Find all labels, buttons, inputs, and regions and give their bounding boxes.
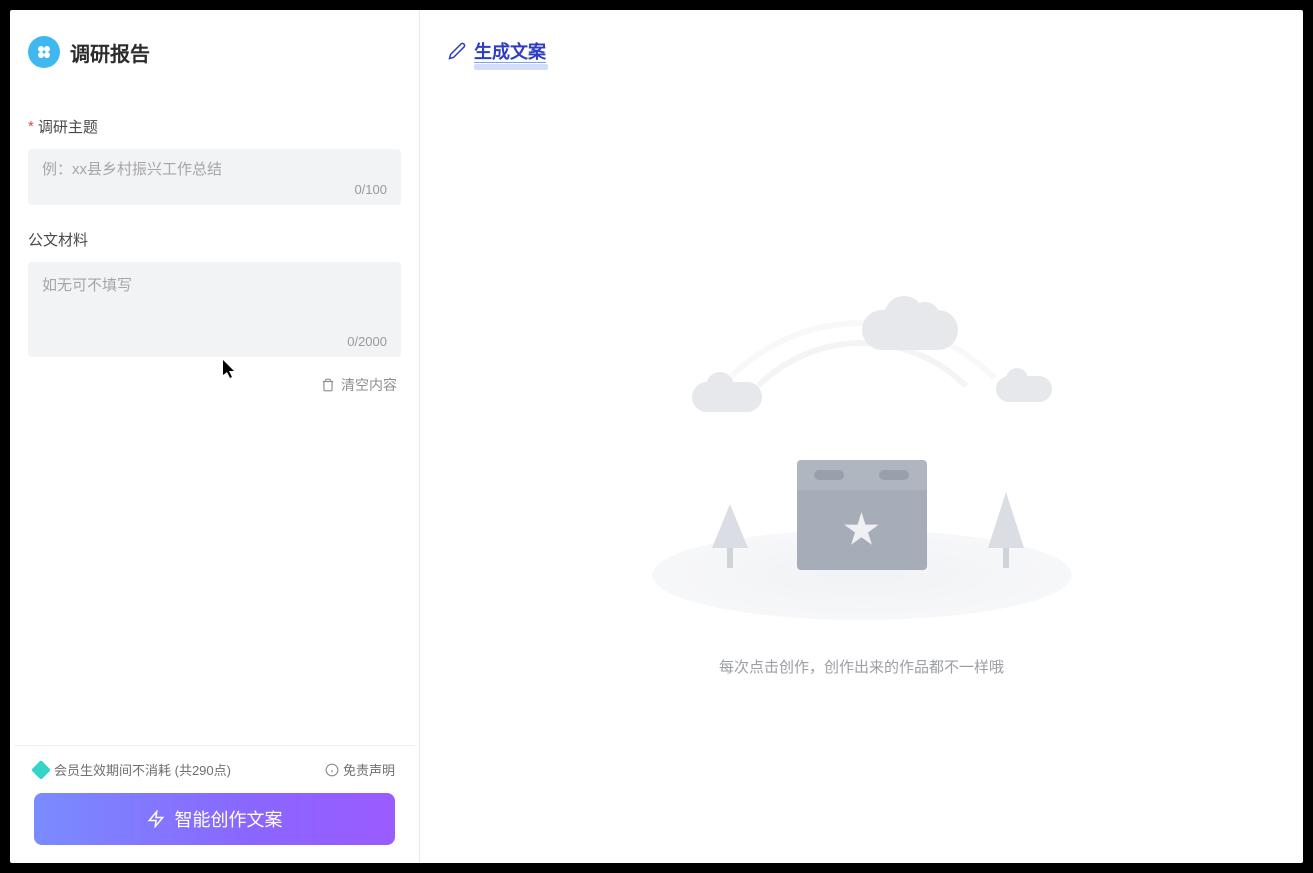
app-title: 调研报告 bbox=[70, 38, 150, 67]
app-logo-icon bbox=[28, 36, 60, 68]
clear-content-label: 清空内容 bbox=[341, 375, 397, 395]
credit-info: 会员生效期间不消耗 (共290点) bbox=[34, 760, 231, 779]
sidebar: 调研报告 * 调研主题 0/100 公文材料 0/2000 清空内容 bbox=[10, 10, 420, 863]
material-counter: 0/2000 bbox=[42, 334, 387, 349]
footer-info-row: 会员生效期间不消耗 (共290点) 免责声明 bbox=[34, 760, 395, 779]
required-star-icon: * bbox=[28, 118, 34, 135]
disclaimer-label: 免责声明 bbox=[343, 760, 395, 779]
diamond-icon bbox=[31, 760, 51, 780]
credit-text: 会员生效期间不消耗 (共290点) bbox=[54, 760, 231, 779]
form-area: * 调研主题 0/100 公文材料 0/2000 清空内容 bbox=[10, 78, 419, 745]
material-label-text: 公文材料 bbox=[28, 229, 88, 250]
info-icon bbox=[325, 763, 339, 777]
lightning-icon bbox=[147, 810, 165, 828]
empty-hint-text: 每次点击创作，创作出来的作品都不一样哦 bbox=[719, 656, 1004, 677]
sidebar-header: 调研报告 bbox=[10, 10, 419, 78]
sidebar-footer: 会员生效期间不消耗 (共290点) 免责声明 智能创作文案 bbox=[14, 745, 415, 863]
topic-counter: 0/100 bbox=[42, 182, 387, 197]
generate-button[interactable]: 智能创作文案 bbox=[34, 793, 395, 845]
clear-content-button[interactable]: 清空内容 bbox=[28, 357, 401, 395]
topic-input[interactable] bbox=[42, 161, 387, 178]
disclaimer-link[interactable]: 免责声明 bbox=[325, 760, 395, 779]
material-textarea[interactable] bbox=[42, 274, 387, 330]
material-label: 公文材料 bbox=[28, 229, 401, 250]
edit-icon bbox=[448, 42, 466, 60]
app-window: 调研报告 * 调研主题 0/100 公文材料 0/2000 清空内容 bbox=[10, 10, 1303, 863]
topic-label: * 调研主题 bbox=[28, 116, 401, 137]
trash-icon bbox=[321, 378, 335, 392]
main-header: 生成文案 bbox=[420, 10, 1303, 64]
generate-button-label: 智能创作文案 bbox=[175, 806, 283, 832]
material-input-wrap: 0/2000 bbox=[28, 262, 401, 357]
main-panel: 生成文案 每次点击创作，创作出来的作品都不一样哦 bbox=[420, 10, 1303, 863]
generate-tab[interactable]: 生成文案 bbox=[474, 38, 546, 64]
topic-input-wrap: 0/100 bbox=[28, 149, 401, 205]
empty-state: 每次点击创作，创作出来的作品都不一样哦 bbox=[420, 64, 1303, 863]
empty-illustration bbox=[652, 290, 1072, 630]
topic-label-text: 调研主题 bbox=[38, 116, 98, 137]
